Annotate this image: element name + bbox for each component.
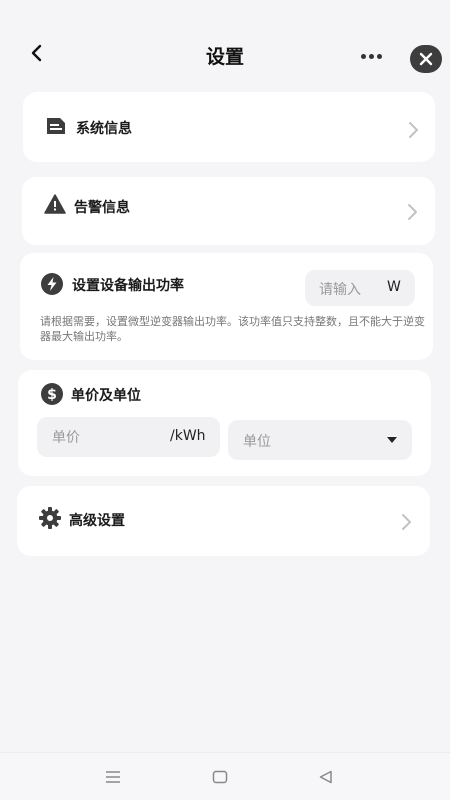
power-output-title: 设置设备输出功率 [72,278,184,294]
close-button[interactable] [410,45,442,73]
price-input[interactable]: 单价 /kWh [37,417,220,457]
system-info-row[interactable]: 系统信息 [23,92,435,162]
price-unit-title: 单价及单位 [71,388,141,404]
more-dots-icon [360,53,366,59]
more-button[interactable] [356,46,386,66]
power-description: 请根据需要，设置微型逆变器输出功率。该功率值只支持整数，且不能大于逆变器最大输出… [40,315,425,343]
dollar-icon: $ [40,382,64,406]
menu-button[interactable] [101,767,125,787]
warning-icon [44,194,66,214]
menu-icon [106,771,120,783]
home-button[interactable] [208,767,232,787]
chevron-right-icon [408,204,417,220]
square-home-icon [212,770,228,784]
system-nav-bar [0,752,450,800]
unit-select[interactable]: 单位 [228,420,412,460]
price-unit-card: $ 单价及单位 单价 /kWh 单位 [18,370,431,476]
power-unit-label: W [387,279,401,295]
price-input-placeholder: 单价 [52,430,80,446]
alarm-info-label: 告警信息 [74,200,130,216]
power-input[interactable]: 请输入 W [305,270,415,306]
advanced-settings-label: 高级设置 [69,513,125,529]
power-input-placeholder: 请输入 [319,282,361,298]
document-icon [45,116,67,136]
gear-icon [38,506,62,530]
system-back-button[interactable] [314,767,338,787]
close-icon [419,52,433,66]
lightning-icon [40,272,64,296]
chevron-right-icon [409,122,418,138]
triangle-back-icon [319,770,332,784]
price-unit-suffix: /kWh [170,428,206,444]
svg-text:$: $ [47,387,57,403]
advanced-settings-row[interactable]: 高级设置 [17,486,430,556]
alarm-info-row[interactable]: 告警信息 [22,177,435,245]
power-output-card: 设置设备输出功率 请输入 W 请根据需要，设置微型逆变器输出功率。该功率值只支持… [20,253,433,360]
unit-select-placeholder: 单位 [243,434,271,450]
settings-screen: 设置 系统信息 告警信息 设置设备输出功率 请输入 W 请根据需要，设置微型逆变… [0,0,450,800]
caret-down-icon [387,437,397,443]
chevron-right-icon [402,514,411,530]
system-info-label: 系统信息 [76,121,132,137]
header-bar: 设置 [0,30,450,80]
